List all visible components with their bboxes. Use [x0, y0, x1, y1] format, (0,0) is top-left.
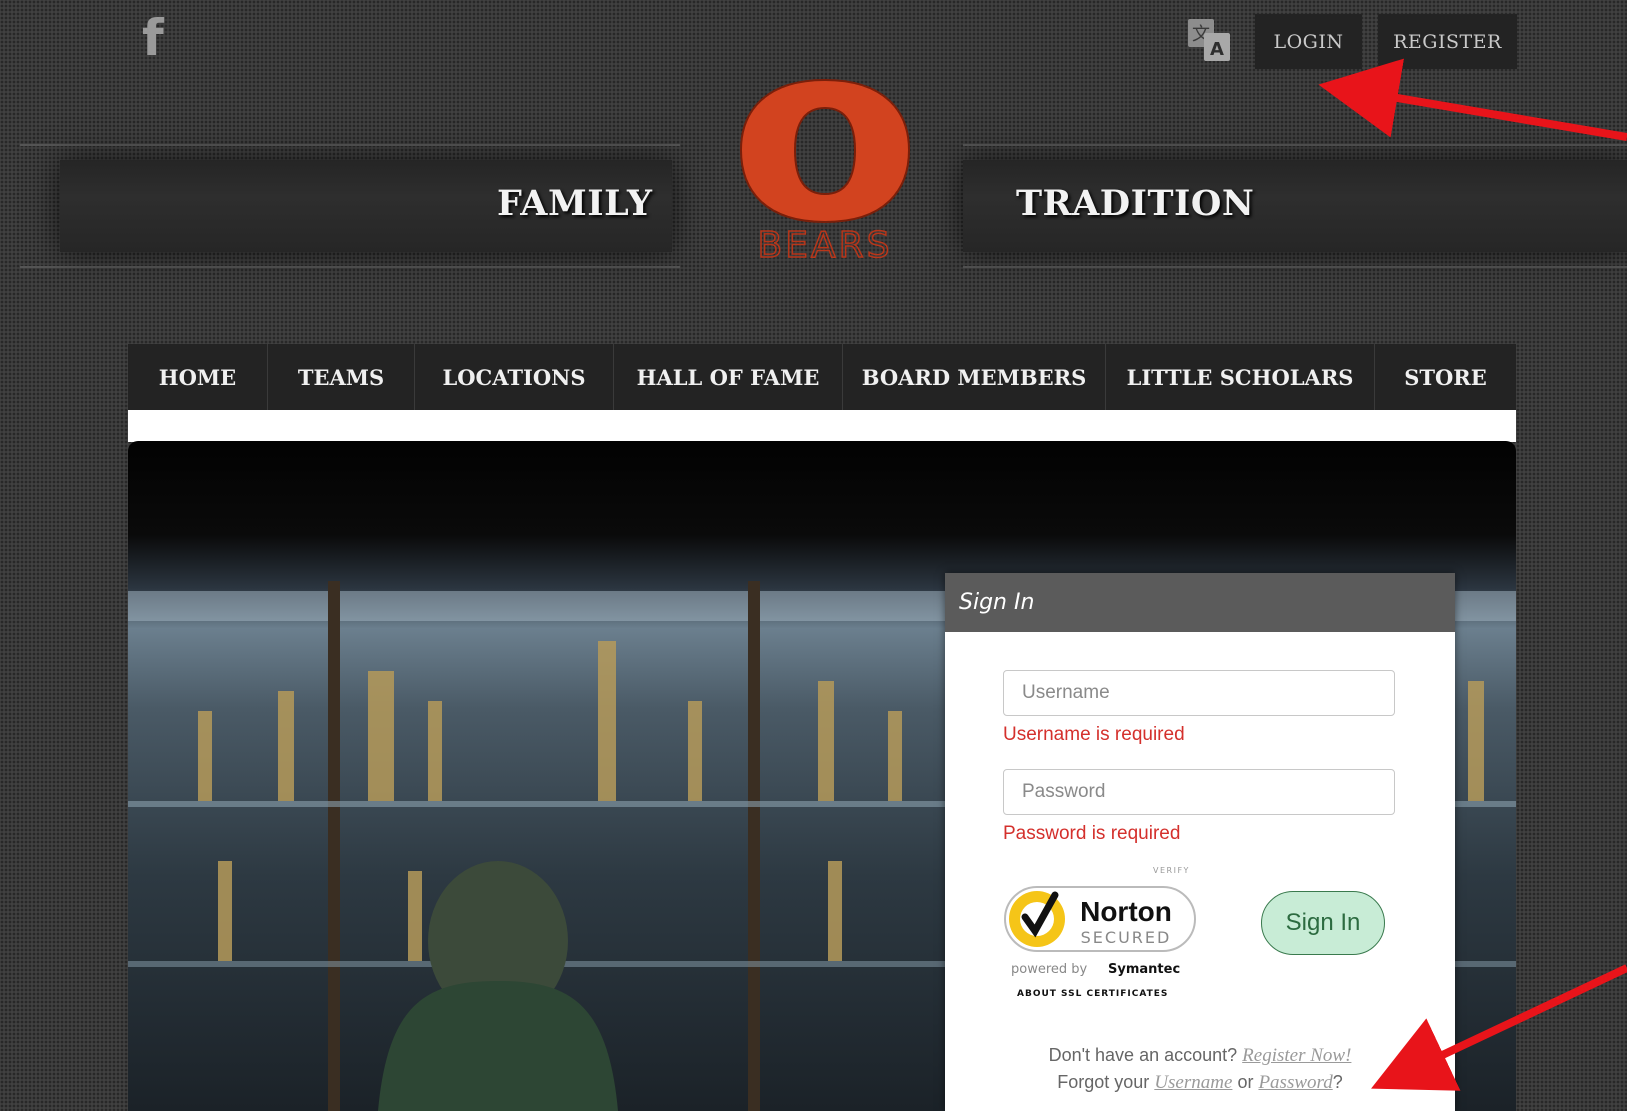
forgot-suffix-text: ? [1332, 1072, 1343, 1092]
logo-text: BEARS [758, 225, 893, 262]
forgot-username-link[interactable]: Username [1154, 1072, 1232, 1093]
username-field[interactable] [1003, 670, 1395, 716]
norton-symantec-text: Symantec [1108, 962, 1180, 977]
translate-icon[interactable]: 文 A [1186, 17, 1232, 63]
content-strip [128, 410, 1516, 442]
login-button[interactable]: LOGIN [1255, 14, 1362, 69]
register-now-link[interactable]: Register Now! [1242, 1045, 1351, 1066]
banner-left-word: FAMILY [497, 183, 653, 224]
signin-button[interactable]: Sign In [1261, 891, 1385, 955]
nav-item-little-scholars[interactable]: LITTLE SCHOLARS [1106, 344, 1375, 410]
password-error: Password is required [1003, 823, 1181, 844]
forgot-password-link[interactable]: Password [1258, 1072, 1332, 1093]
banner-rule [963, 144, 1627, 146]
main-nav: HOME TEAMS LOCATIONS HALL OF FAME BOARD … [128, 344, 1516, 410]
norton-secured-text: SECURED [1081, 928, 1172, 947]
norton-powered-by-text: powered by [1011, 962, 1088, 977]
forgot-prefix-text: Forgot your [1057, 1072, 1150, 1092]
username-error: Username is required [1003, 724, 1185, 745]
password-field[interactable] [1003, 769, 1395, 815]
bears-logo[interactable]: BEARS [735, 72, 915, 262]
nav-item-hall-of-fame[interactable]: HALL OF FAME [614, 344, 843, 410]
signin-title: Sign In [945, 573, 1455, 632]
facebook-icon[interactable]: f [142, 13, 166, 63]
forgot-line: Forgot your Username or Password? [945, 1072, 1455, 1094]
banner-rule [20, 266, 680, 268]
nav-item-home[interactable]: HOME [128, 344, 268, 410]
norton-verify-text: VERIFY [1153, 866, 1190, 875]
signin-panel: Sign In Username is required Password is… [945, 573, 1455, 1111]
nav-item-board-members[interactable]: BOARD MEMBERS [843, 344, 1106, 410]
norton-brand-text: Norton [1080, 896, 1172, 927]
register-button[interactable]: REGISTER [1378, 14, 1517, 69]
banner-right-word: TRADITION [1016, 183, 1255, 224]
forgot-or-text: or [1237, 1072, 1254, 1092]
svg-text:A: A [1210, 39, 1224, 60]
nav-item-teams[interactable]: TEAMS [268, 344, 415, 410]
banner-rule [20, 144, 680, 146]
nav-item-locations[interactable]: LOCATIONS [415, 344, 614, 410]
norton-secured-badge[interactable]: VERIFY Norton SECURED powered by Symante… [1003, 861, 1203, 1001]
no-account-line: Don't have an account? Register Now! [945, 1045, 1455, 1067]
norton-about-text: ABOUT SSL CERTIFICATES [1017, 989, 1168, 999]
arrow-to-login [1318, 58, 1627, 141]
banner-rule [963, 266, 1627, 268]
nav-item-store[interactable]: STORE [1375, 344, 1516, 410]
no-account-text: Don't have an account? [1048, 1045, 1238, 1065]
